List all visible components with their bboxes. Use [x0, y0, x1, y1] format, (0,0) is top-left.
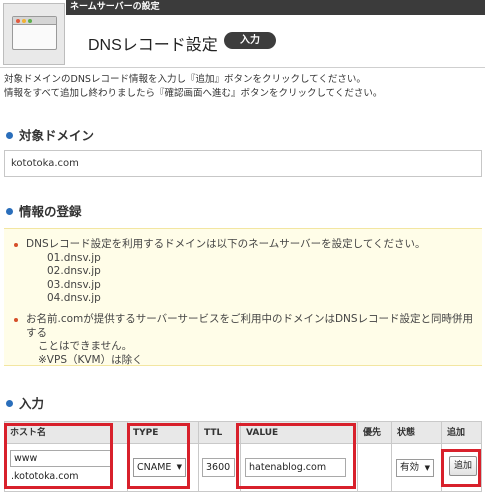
bullet-icon [14, 243, 18, 247]
host-domain-suffix: .kototoka.com [11, 471, 79, 482]
status-select[interactable]: 有効 ▼ [396, 459, 434, 477]
notice-text: ことはできません。 [38, 340, 133, 352]
header-icon-box [3, 3, 65, 65]
record-input-table: ホスト名 TYPE TTL VALUE 優先 状態 追加 .kototoka.c… [4, 421, 482, 492]
bullet-icon [6, 400, 13, 407]
bullet-icon [6, 208, 13, 215]
dropdown-arrow-icon: ▼ [176, 463, 182, 471]
page-title: DNSレコード設定 [88, 37, 218, 54]
bullet-icon [14, 318, 18, 322]
nameserver-item: 03.dnsv.jp [47, 278, 101, 291]
input-heading: 入力 [6, 393, 44, 412]
intro-line-2: 情報をすべて追加し終わりましたら『確認画面へ進む』ボタンをクリックしてください。 [4, 88, 383, 99]
notice-text: お名前.comが提供するサーバーサービスをご利用中のドメインはDNSレコード設定… [26, 313, 474, 339]
column-add: 追加 [447, 428, 466, 438]
value-input[interactable] [245, 458, 346, 477]
browser-window-icon [12, 16, 57, 50]
target-domain-value: kototoka.com [4, 150, 482, 177]
column-ttl: TTL [204, 428, 223, 438]
dropdown-arrow-icon: ▼ [424, 464, 430, 472]
column-host: ホスト名 [10, 428, 47, 438]
intro-line-1: 対象ドメインのDNSレコード情報を入力し『追加』ボタンをクリックしてください。 [4, 74, 366, 85]
ttl-input[interactable] [202, 458, 235, 477]
registration-heading: 情報の登録 [6, 201, 82, 220]
type-select[interactable]: CNAME ▼ [133, 458, 186, 477]
notice-item: DNSレコード設定を利用するドメインは以下のネームサーバーを設定してください。 … [14, 238, 474, 306]
section-label: ネームサーバーの設定 [66, 0, 485, 15]
table-header-row: ホスト名 TYPE TTL VALUE 優先 状態 追加 [5, 422, 481, 444]
notice-item: お名前.comが提供するサーバーサービスをご利用中のドメインはDNSレコード設定… [14, 313, 474, 367]
notice-text: DNSレコード設定を利用するドメインは以下のネームサーバーを設定してください。 [26, 238, 426, 250]
add-button[interactable]: 追加 [449, 456, 477, 476]
bullet-icon [6, 132, 13, 139]
column-value: VALUE [246, 428, 279, 438]
step-badge: 入力 [224, 32, 276, 49]
nameserver-notice: DNSレコード設定を利用するドメインは以下のネームサーバーを設定してください。 … [4, 228, 482, 366]
nameserver-item: 01.dnsv.jp [47, 251, 101, 264]
notice-text: ※VPS（KVM）は除く [38, 353, 143, 366]
host-input[interactable] [10, 450, 113, 467]
nameserver-item: 04.dnsv.jp [47, 292, 101, 304]
target-domain-heading: 対象ドメイン [6, 125, 94, 144]
column-priority: 優先 [363, 428, 382, 438]
nameserver-item: 02.dnsv.jp [47, 265, 101, 277]
page-header: ネームサーバーの設定 DNSレコード設定 入力 [0, 0, 485, 68]
column-type: TYPE [133, 428, 159, 438]
intro-text: 対象ドメインのDNSレコード情報を入力し『追加』ボタンをクリックしてください。 … [4, 73, 382, 101]
column-status: 状態 [397, 428, 416, 438]
